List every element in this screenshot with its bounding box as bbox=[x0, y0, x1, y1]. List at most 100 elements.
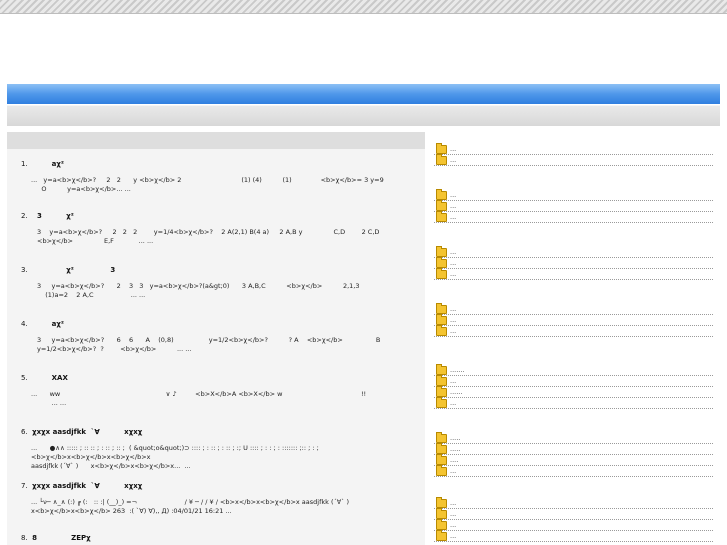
entry-title[interactable]: 5. XAX bbox=[21, 374, 68, 382]
sidebar-link[interactable]: ... bbox=[434, 268, 713, 280]
folder-icon bbox=[436, 303, 447, 314]
entry-number: 8. bbox=[21, 534, 33, 542]
entry-number: 4. bbox=[21, 320, 33, 328]
sidebar-link-label: ... bbox=[450, 499, 457, 507]
sidebar-link[interactable]: ... bbox=[434, 375, 713, 387]
sidebar-link[interactable]: ..... bbox=[434, 443, 713, 455]
sidebar-link[interactable]: ... bbox=[434, 189, 713, 201]
folder-icon bbox=[436, 375, 447, 386]
sidebar-link-label: ... bbox=[450, 305, 457, 313]
sidebar-link-label: ... bbox=[450, 467, 457, 475]
sidebar-link[interactable]: ... bbox=[434, 530, 713, 542]
sidebar-link-label: ... bbox=[450, 191, 457, 199]
sidebar-link-label: ...... bbox=[450, 388, 463, 396]
entry-number: 2. bbox=[21, 212, 33, 220]
sidebar-link[interactable]: ... bbox=[434, 246, 713, 258]
sidebar-link-label: ..... bbox=[450, 434, 461, 442]
entry-title-text: χxχx aasdjfkk `∀ xχxχ bbox=[32, 428, 143, 436]
sidebar-link[interactable]: ... bbox=[434, 200, 713, 212]
entry-title[interactable]: 2. 3 χ² bbox=[21, 212, 74, 220]
folder-icon bbox=[436, 530, 447, 541]
sidebar-link[interactable]: ... bbox=[434, 303, 713, 315]
entry-excerpt: 3 y=a<b>χ</b>? 2 3 3 y=a<b>χ</b>?(a&gt;0… bbox=[37, 282, 360, 299]
sidebar-link-label: ... bbox=[450, 213, 457, 221]
entry-title-text: aχ² bbox=[32, 320, 64, 328]
folder-icon bbox=[436, 154, 447, 165]
sidebar-link[interactable]: ... bbox=[434, 314, 713, 326]
sidebar-link[interactable]: ... bbox=[434, 154, 713, 166]
entry-title[interactable]: 8. 8 ZEPχ bbox=[21, 534, 91, 542]
sidebar-link-label: .... bbox=[450, 456, 459, 464]
entry-excerpt: ... └ν─ ∧_∧ (:) ┏ (: :: :| (__)_) =¬ / ¥… bbox=[31, 498, 350, 515]
sidebar-link[interactable]: ... bbox=[434, 397, 713, 409]
entry-excerpt: 3 y=a<b>χ</b>? 2 2 2 y=1/4<b>χ</b>? 2 A(… bbox=[37, 228, 380, 245]
sub-header-bar bbox=[7, 105, 720, 126]
folder-icon bbox=[436, 211, 447, 222]
sidebar-link[interactable]: ... bbox=[434, 497, 713, 509]
sidebar-link[interactable]: ... bbox=[434, 257, 713, 269]
folder-icon bbox=[436, 465, 447, 476]
entry-number: 5. bbox=[21, 374, 33, 382]
folder-icon bbox=[436, 189, 447, 200]
sidebar-link[interactable]: ... bbox=[434, 211, 713, 223]
entry-number: 3. bbox=[21, 266, 33, 274]
sidebar-link[interactable]: ... bbox=[434, 143, 713, 155]
entry-number: 7. bbox=[21, 482, 33, 490]
entry-title-text: 8 ZEPχ bbox=[32, 534, 91, 542]
folder-icon bbox=[436, 143, 447, 154]
entry-title[interactable]: 1. aχ² bbox=[21, 160, 64, 168]
sidebar-link[interactable]: ... bbox=[434, 519, 713, 531]
folder-icon bbox=[436, 397, 447, 408]
folder-icon bbox=[436, 314, 447, 325]
entry-title-text: 3 χ² bbox=[32, 212, 74, 220]
entry-excerpt: ... y=a<b>χ</b>? 2 2 y <b>χ</b> 2 (1) (4… bbox=[31, 176, 384, 193]
sidebar-link-label: ... bbox=[450, 259, 457, 267]
sidebar-link-label: ... bbox=[450, 145, 457, 153]
folder-icon bbox=[436, 364, 447, 375]
sidebar-link-label: ... bbox=[450, 377, 457, 385]
entry-excerpt: 3 y=a<b>χ</b>? 6 6 A (0,8) y=1/2<b>χ</b>… bbox=[37, 336, 381, 353]
entry-title[interactable]: 3. χ² 3 bbox=[21, 266, 115, 274]
folder-icon bbox=[436, 325, 447, 336]
folder-icon bbox=[436, 268, 447, 279]
sidebar-link-label: ... bbox=[450, 521, 457, 529]
sidebar-link-label: ..... bbox=[450, 445, 461, 453]
sidebar-link-label: ... bbox=[450, 202, 457, 210]
sidebar-link-label: ... bbox=[450, 399, 457, 407]
folder-icon bbox=[436, 519, 447, 530]
folder-icon bbox=[436, 454, 447, 465]
folder-icon bbox=[436, 257, 447, 268]
sidebar-link[interactable]: ... bbox=[434, 465, 713, 477]
entry-title-text: aχ² bbox=[32, 160, 64, 168]
sidebar-link[interactable]: ...... bbox=[434, 386, 713, 398]
sidebar-link[interactable]: ... bbox=[434, 325, 713, 337]
folder-icon bbox=[436, 443, 447, 454]
entry-title[interactable]: 6. χxχx aasdjfkk `∀ xχxχ bbox=[21, 428, 142, 436]
sidebar-link-label: ... bbox=[450, 156, 457, 164]
sidebar-link[interactable]: ... bbox=[434, 508, 713, 520]
sidebar-link-label: ... bbox=[450, 327, 457, 335]
folder-icon bbox=[436, 497, 447, 508]
sidebar-link-label: ... bbox=[450, 510, 457, 518]
entry-excerpt: ... ww ∨ ♪ <b>X</b>A <b>X</b> w !! ... .… bbox=[31, 390, 367, 407]
entry-title[interactable]: 7. χxχx aasdjfkk `∀ xχxχ bbox=[21, 482, 142, 490]
entry-title-text: χxχx aasdjfkk `∀ xχxχ bbox=[32, 482, 143, 490]
sidebar-link[interactable]: ..... bbox=[434, 432, 713, 444]
entry-title[interactable]: 4. aχ² bbox=[21, 320, 64, 328]
folder-icon bbox=[436, 246, 447, 257]
main-header bbox=[7, 132, 425, 149]
sidebar-link-label: ... bbox=[450, 316, 457, 324]
folder-icon bbox=[436, 386, 447, 397]
sidebar: ........................................… bbox=[434, 140, 714, 545]
entry-number: 6. bbox=[21, 428, 33, 436]
folder-icon bbox=[436, 432, 447, 443]
entry-title-text: XAX bbox=[32, 374, 68, 382]
main-content: 1. aχ² ... y=a<b>χ</b>? 2 2 y <b>χ</b> 2 … bbox=[7, 132, 425, 545]
folder-icon bbox=[436, 508, 447, 519]
entry-excerpt: ... ●∧∧ ::::: ; :: :: ; : :: ; :: ; ( &q… bbox=[31, 444, 319, 470]
entry-title-text: χ² 3 bbox=[32, 266, 116, 274]
top-stripe bbox=[0, 0, 727, 14]
sidebar-link[interactable]: ....... bbox=[434, 364, 713, 376]
sidebar-link-label: ... bbox=[450, 532, 457, 540]
sidebar-link[interactable]: .... bbox=[434, 454, 713, 466]
